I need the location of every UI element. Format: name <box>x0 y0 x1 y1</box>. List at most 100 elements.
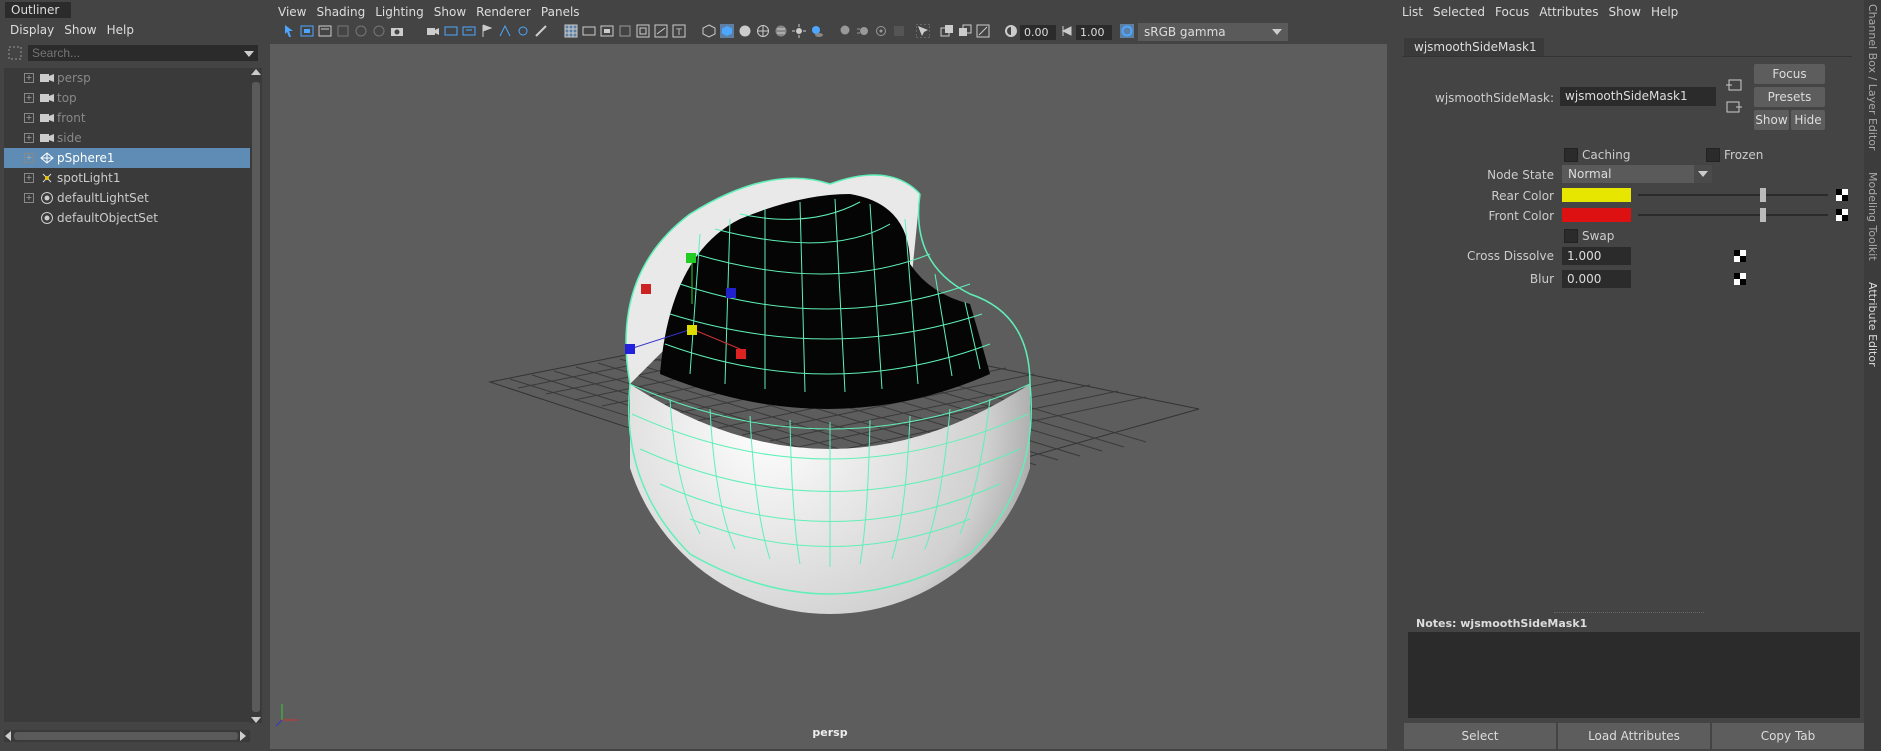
blur-field[interactable]: 0.000 <box>1562 270 1631 288</box>
presets-button[interactable]: Presets <box>1754 87 1825 107</box>
outliner-item-persp[interactable]: + persp <box>4 68 250 88</box>
color-management-icon[interactable] <box>1120 24 1134 38</box>
bookmark-icon[interactable] <box>318 24 332 38</box>
ae-menu-list[interactable]: List <box>1402 2 1423 22</box>
scroll-left-icon[interactable] <box>5 731 11 741</box>
ae-menu-show[interactable]: Show <box>1609 2 1641 22</box>
scroll-up-icon[interactable] <box>251 69 261 75</box>
outliner-search-input[interactable] <box>28 45 258 61</box>
multisample-aa-icon[interactable] <box>874 24 888 38</box>
swap-checkbox[interactable] <box>1564 229 1578 243</box>
view-transform-dropdown[interactable]: sRGB gamma <box>1138 23 1288 41</box>
smooth-shade-icon[interactable] <box>720 24 734 38</box>
gate-mask-toggle-icon[interactable] <box>618 24 632 38</box>
textured-icon[interactable] <box>774 24 788 38</box>
map-button-icon[interactable] <box>1734 273 1746 285</box>
2d-pan-zoom-icon[interactable] <box>354 24 368 38</box>
film-gate-icon[interactable] <box>444 24 458 38</box>
expand-icon[interactable]: + <box>24 173 34 183</box>
cross-dissolve-field[interactable]: 1.000 <box>1562 247 1631 265</box>
chevron-down-icon[interactable] <box>244 51 254 57</box>
ae-menu-help[interactable]: Help <box>1651 2 1678 22</box>
wireframe-icon[interactable] <box>702 24 716 38</box>
depth-of-field-icon[interactable] <box>892 24 906 38</box>
ae-menu-focus[interactable]: Focus <box>1495 2 1529 22</box>
camera-attributes-icon[interactable] <box>300 24 314 38</box>
safe-action-toggle-icon[interactable] <box>654 24 668 38</box>
lights-icon[interactable] <box>792 24 806 38</box>
outliner-item-side[interactable]: + side <box>4 128 250 148</box>
expand-icon[interactable]: + <box>24 73 34 83</box>
select-camera-icon[interactable] <box>282 24 296 38</box>
node-name-field[interactable]: wjsmoothSideMask1 <box>1560 87 1716 106</box>
safe-title-toggle-icon[interactable]: T <box>672 24 686 38</box>
map-button-icon[interactable] <box>1734 250 1746 262</box>
tab-wjsmoothsidemask1[interactable]: wjsmoothSideMask1 <box>1404 38 1544 56</box>
expand-icon[interactable]: + <box>24 133 34 143</box>
load-attributes-button[interactable]: Load Attributes <box>1558 723 1710 749</box>
xray-joints-icon[interactable] <box>976 24 990 38</box>
scroll-right-icon[interactable] <box>240 731 246 741</box>
rear-color-slider-track[interactable] <box>1638 194 1828 196</box>
outliner-item-defaultobjectset[interactable]: defaultObjectSet <box>4 208 250 228</box>
outliner-vertical-scroll-thumb[interactable] <box>252 82 260 712</box>
outliner-item-top[interactable]: + top <box>4 88 250 108</box>
viewport-menu-panels[interactable]: Panels <box>541 2 580 22</box>
caching-checkbox[interactable] <box>1564 148 1578 162</box>
viewport-3d-canvas[interactable]: persp <box>270 44 1387 749</box>
scroll-down-icon[interactable] <box>251 717 261 723</box>
show-button[interactable]: Show <box>1754 110 1789 130</box>
expand-icon[interactable]: + <box>24 93 34 103</box>
notes-resize-handle[interactable] <box>1554 612 1704 614</box>
resolution-gate-icon[interactable] <box>462 24 476 38</box>
filter-icon[interactable] <box>8 46 22 60</box>
rear-color-slider-handle[interactable] <box>1760 188 1766 202</box>
tab-modeling-toolkit[interactable]: Modeling Toolkit <box>1866 172 1879 261</box>
outliner-item-spotlight1[interactable]: + spotLight1 <box>4 168 250 188</box>
tab-channel-box-layer-editor[interactable]: Channel Box / Layer Editor <box>1866 4 1879 151</box>
snapshot-icon[interactable] <box>390 24 404 38</box>
input-connection-icon[interactable] <box>1726 78 1742 92</box>
notes-textarea[interactable] <box>1408 632 1860 718</box>
outliner-item-front[interactable]: + front <box>4 108 250 128</box>
xray-icon[interactable] <box>940 24 954 38</box>
screen-space-ao-icon[interactable] <box>838 24 852 38</box>
viewport-menu-renderer[interactable]: Renderer <box>476 2 531 22</box>
outliner-menu-display[interactable]: Display <box>10 20 54 40</box>
exposure-field[interactable]: 0.00 <box>1020 25 1056 40</box>
expand-icon[interactable]: + <box>24 113 34 123</box>
outliner-item-defaultlightset[interactable]: + defaultLightSet <box>4 188 250 208</box>
gamma-icon[interactable] <box>1060 24 1074 38</box>
grid-toggle-icon[interactable] <box>564 24 578 38</box>
node-state-dropdown[interactable]: Normal <box>1562 165 1712 183</box>
resolution-gate-toggle-icon[interactable] <box>600 24 614 38</box>
camera-lock-icon[interactable] <box>426 24 440 38</box>
field-chart-icon[interactable] <box>498 24 512 38</box>
exposure-icon[interactable] <box>1004 24 1018 38</box>
expand-icon[interactable]: + <box>24 193 34 203</box>
map-button-icon[interactable] <box>1836 189 1848 201</box>
xray-active-components-icon[interactable] <box>958 24 972 38</box>
grease-pencil-icon[interactable] <box>372 24 386 38</box>
front-color-swatch[interactable] <box>1562 208 1631 222</box>
safe-title-icon[interactable] <box>534 24 548 38</box>
viewport-menu-view[interactable]: View <box>278 2 306 22</box>
field-chart-toggle-icon[interactable] <box>636 24 650 38</box>
tab-attribute-editor[interactable]: Attribute Editor <box>1866 282 1879 367</box>
gamma-field[interactable]: 1.00 <box>1076 25 1112 40</box>
viewport-menu-lighting[interactable]: Lighting <box>375 2 424 22</box>
hide-button[interactable]: Hide <box>1791 110 1825 130</box>
ae-menu-selected[interactable]: Selected <box>1433 2 1485 22</box>
select-button[interactable]: Select <box>1404 723 1556 749</box>
outliner-item-psphere1[interactable]: + pSphere1 <box>4 148 250 168</box>
outliner-menu-help[interactable]: Help <box>107 20 134 40</box>
viewport-menu-shading[interactable]: Shading <box>316 2 365 22</box>
wireframe-on-shaded-icon[interactable] <box>756 24 770 38</box>
shadows-icon[interactable] <box>810 24 824 38</box>
outliner-menu-show[interactable]: Show <box>64 20 96 40</box>
gate-mask-icon[interactable] <box>480 24 494 38</box>
isolate-select-icon[interactable] <box>916 24 930 38</box>
output-connection-icon[interactable] <box>1726 100 1742 114</box>
rear-color-swatch[interactable] <box>1562 188 1631 202</box>
viewport-menu-show[interactable]: Show <box>434 2 466 22</box>
